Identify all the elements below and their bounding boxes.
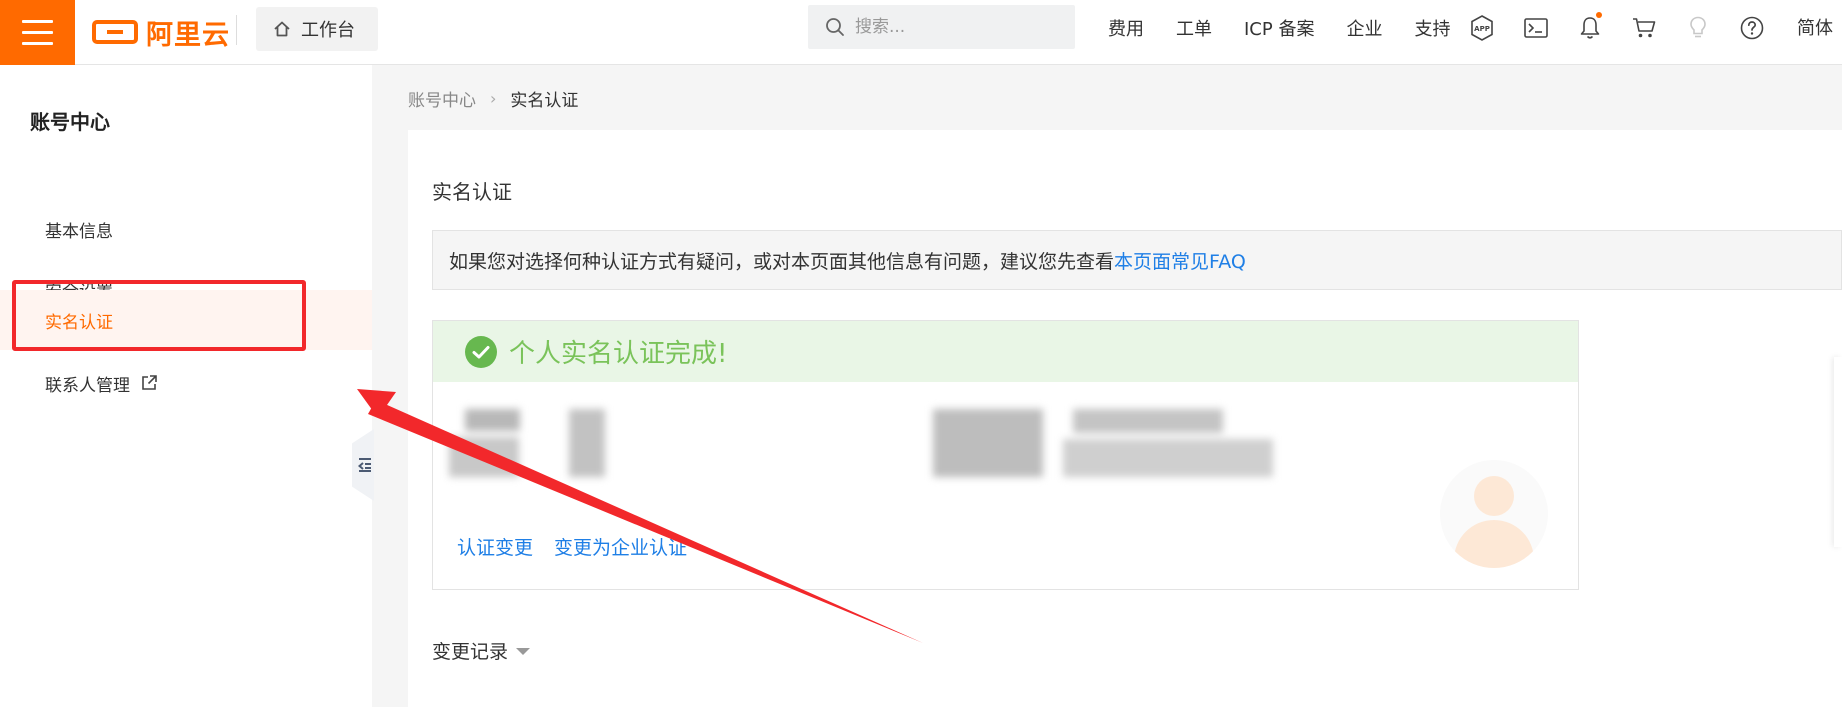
change-verification-link[interactable]: 认证变更 (457, 533, 533, 560)
help-icon[interactable] (1738, 14, 1766, 42)
nav-link-support[interactable]: 支持 (1414, 15, 1450, 41)
nav-link-enterprise[interactable]: 企业 (1346, 15, 1382, 41)
bell-icon[interactable] (1576, 11, 1604, 42)
language-switch[interactable]: 简体 (1797, 14, 1833, 40)
workbench-label: 工作台 (301, 20, 355, 41)
breadcrumb: 账号中心 › 实名认证 (408, 86, 578, 111)
logo-mark-icon (92, 20, 138, 44)
breadcrumb-current: 实名认证 (510, 91, 579, 111)
nav-link-icp[interactable]: ICP 备案 (1244, 15, 1314, 41)
avatar-body (1454, 520, 1534, 568)
top-icons: APP (1468, 0, 1792, 55)
avatar-head (1474, 476, 1514, 516)
workbench-button[interactable]: 工作台 (256, 7, 378, 51)
notice-bar: 如果您对选择何种认证方式有疑问，或对本页面其他信息有问题，建议您先查看 本页面常见… (432, 230, 1842, 290)
sidebar-item-basic-info[interactable]: 基本信息 (0, 199, 372, 259)
sidebar-item-label: 联系人管理 (45, 375, 130, 396)
cart-icon[interactable] (1630, 14, 1658, 42)
notification-dot (1596, 11, 1602, 18)
external-link-icon (142, 375, 157, 390)
history-label: 变更记录 (432, 641, 509, 663)
sidebar-item-contacts[interactable]: 联系人管理 (0, 353, 372, 413)
page-title: 实名认证 (432, 180, 512, 204)
sidebar-item-label: 基本信息 (45, 221, 113, 242)
hamburger-icon (22, 20, 53, 23)
notice-text: 如果您对选择何种认证方式有疑问，或对本页面其他信息有问题，建议您先查看 (449, 250, 1115, 273)
top-bar: 阿里云 工作台 费用 工单 ICP 备案 企业 支持 APP (0, 0, 1842, 65)
sidebar-title: 账号中心 (30, 110, 110, 134)
aliyun-logo[interactable]: 阿里云 (92, 13, 230, 51)
hamburger-icon-line (22, 31, 53, 34)
status-text: 个人实名认证完成! (509, 339, 728, 369)
terminal-icon[interactable] (1522, 14, 1550, 42)
app-icon[interactable]: APP (1468, 14, 1496, 42)
sidebar: 账号中心 基本信息 安全设置 实名认证 联系人管理 (0, 65, 374, 707)
avatar (1440, 460, 1548, 568)
main-content: 实名认证 如果您对选择何种认证方式有疑问，或对本页面其他信息有问题，建议您先查看… (408, 130, 1842, 707)
check-circle-icon (465, 335, 497, 368)
side-panel-edge (1834, 357, 1842, 547)
breadcrumb-separator: › (490, 89, 497, 108)
sidebar-item-label: 实名认证 (45, 312, 113, 333)
redacted-id-value (933, 409, 1273, 479)
menu-button[interactable] (0, 0, 75, 65)
nav-link-billing[interactable]: 费用 (1108, 15, 1144, 41)
svg-text:APP: APP (1474, 25, 1490, 33)
hamburger-icon-line (22, 42, 53, 45)
sidebar-collapse-handle[interactable] (352, 429, 374, 501)
sidebar-item-real-name[interactable]: 实名认证 (0, 290, 372, 350)
divider (236, 15, 237, 45)
search-icon (826, 18, 844, 36)
lightbulb-icon[interactable] (1684, 14, 1712, 42)
breadcrumb-account-center[interactable]: 账号中心 (408, 86, 476, 111)
redacted-name-label (449, 409, 624, 479)
home-icon (274, 21, 290, 37)
search-input[interactable] (855, 17, 1055, 37)
faq-link[interactable]: 本页面常见FAQ (1114, 247, 1246, 274)
logo-text: 阿里云 (146, 19, 230, 51)
convert-to-enterprise-link[interactable]: 变更为企业认证 (554, 533, 687, 560)
collapse-icon (358, 458, 371, 472)
caret-down-icon (516, 648, 531, 655)
search-box[interactable] (808, 5, 1075, 49)
top-nav: 费用 工单 ICP 备案 企业 支持 (1108, 0, 1482, 55)
nav-link-ticket[interactable]: 工单 (1176, 15, 1212, 41)
change-history-toggle[interactable]: 变更记录 (432, 637, 531, 664)
verification-status-card: 个人实名认证完成! 认证变更 变更为企业认证 (432, 320, 1579, 590)
status-banner: 个人实名认证完成! (433, 321, 1578, 382)
